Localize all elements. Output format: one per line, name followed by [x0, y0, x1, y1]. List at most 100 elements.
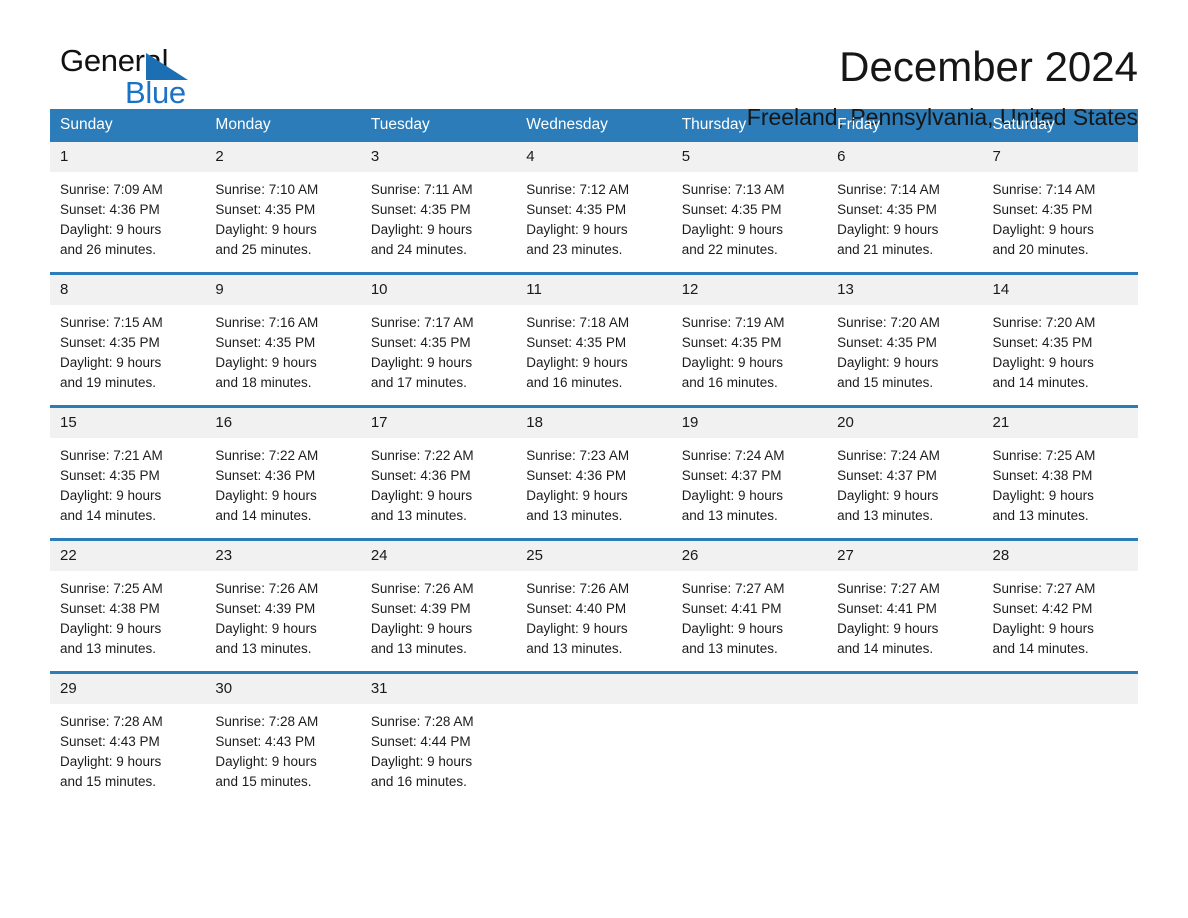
sunrise-text: Sunrise: 7:15 AM: [60, 315, 163, 330]
sunrise-text: Sunrise: 7:11 AM: [370, 182, 473, 197]
day-cell[interactable]: 22 Sunrise: 7:25 AM Sunset: 4:38 PM Dayl…: [50, 538, 206, 673]
day-cell[interactable]: 18 Sunrise: 7:23 AM Sunset: 4:36 PM Dayl…: [516, 405, 672, 540]
day-cell[interactable]: 11 Sunrise: 7:18 AM Sunset: 4:35 PM Dayl…: [516, 272, 672, 407]
daylight-text-line2: and 13 minutes.: [215, 641, 312, 656]
day-cell[interactable]: 3 Sunrise: 7:11 AM Sunset: 4:35 PM Dayli…: [360, 142, 517, 274]
day-number: 2: [205, 142, 361, 172]
day-cell[interactable]: 17 Sunrise: 7:22 AM Sunset: 4:36 PM Dayl…: [360, 405, 517, 540]
day-details: Sunrise: 7:28 AM Sunset: 4:43 PM Dayligh…: [205, 704, 360, 804]
day-cell[interactable]: 9 Sunrise: 7:16 AM Sunset: 4:35 PM Dayli…: [205, 272, 361, 407]
day-details: Sunrise: 7:22 AM Sunset: 4:36 PM Dayligh…: [205, 438, 360, 538]
day-cell[interactable]: 26 Sunrise: 7:27 AM Sunset: 4:41 PM Dayl…: [671, 538, 828, 673]
day-cell[interactable]: 25 Sunrise: 7:26 AM Sunset: 4:40 PM Dayl…: [516, 538, 672, 673]
sunrise-text: Sunrise: 7:25 AM: [60, 581, 163, 596]
sunset-text: Sunset: 4:37 PM: [681, 468, 782, 483]
day-cell[interactable]: 24 Sunrise: 7:26 AM Sunset: 4:39 PM Dayl…: [360, 538, 517, 673]
daylight-text-line2: and 13 minutes.: [837, 508, 934, 523]
day-cell[interactable]: 28 Sunrise: 7:27 AM Sunset: 4:42 PM Dayl…: [982, 538, 1138, 673]
day-cell[interactable]: 27 Sunrise: 7:27 AM Sunset: 4:41 PM Dayl…: [827, 538, 983, 673]
day-number: 28: [982, 541, 1138, 571]
sunset-text: Sunset: 4:36 PM: [370, 468, 471, 483]
day-cell[interactable]: 2 Sunrise: 7:10 AM Sunset: 4:35 PM Dayli…: [205, 142, 361, 274]
day-cell[interactable]: 16 Sunrise: 7:22 AM Sunset: 4:36 PM Dayl…: [205, 405, 361, 540]
day-cell[interactable]: 14 Sunrise: 7:20 AM Sunset: 4:35 PM Dayl…: [982, 272, 1138, 407]
day-details: Sunrise: 7:21 AM Sunset: 4:35 PM Dayligh…: [50, 438, 205, 538]
daylight-text-line1: Daylight: 9 hours: [370, 621, 473, 636]
daylight-text-line1: Daylight: 9 hours: [215, 222, 317, 237]
day-number: 17: [360, 408, 517, 438]
day-details: Sunrise: 7:20 AM Sunset: 4:35 PM Dayligh…: [827, 305, 982, 405]
day-details: Sunrise: 7:19 AM Sunset: 4:35 PM Dayligh…: [672, 305, 827, 405]
sunrise-text: Sunrise: 7:27 AM: [681, 581, 785, 596]
day-cell[interactable]: 5 Sunrise: 7:13 AM Sunset: 4:35 PM Dayli…: [671, 142, 828, 274]
sunset-text: Sunset: 4:42 PM: [992, 601, 1093, 616]
day-cell[interactable]: 15 Sunrise: 7:21 AM Sunset: 4:35 PM Dayl…: [50, 405, 206, 540]
daylight-text-line2: and 14 minutes.: [215, 508, 312, 523]
sunset-text: Sunset: 4:35 PM: [992, 335, 1093, 350]
sunset-text: Sunset: 4:35 PM: [215, 202, 316, 217]
daylight-text-line1: Daylight: 9 hours: [370, 222, 473, 237]
sunset-text: Sunset: 4:36 PM: [60, 202, 160, 217]
sunrise-text: Sunrise: 7:27 AM: [837, 581, 940, 596]
day-cell[interactable]: 6 Sunrise: 7:14 AM Sunset: 4:35 PM Dayli…: [827, 142, 983, 274]
day-cell[interactable]: 23 Sunrise: 7:26 AM Sunset: 4:39 PM Dayl…: [205, 538, 361, 673]
day-number: 3: [360, 142, 517, 172]
day-cell[interactable]: 21 Sunrise: 7:25 AM Sunset: 4:38 PM Dayl…: [982, 405, 1138, 540]
sunrise-text: Sunrise: 7:10 AM: [215, 182, 319, 197]
daylight-text-line1: Daylight: 9 hours: [837, 355, 939, 370]
day-details: Sunrise: 7:24 AM Sunset: 4:37 PM Dayligh…: [827, 438, 982, 538]
day-number: 18: [516, 408, 672, 438]
daylight-text-line1: Daylight: 9 hours: [992, 355, 1094, 370]
sunrise-text: Sunrise: 7:28 AM: [370, 714, 474, 729]
daylight-text-line2: and 13 minutes.: [526, 641, 623, 656]
sunrise-text: Sunrise: 7:26 AM: [215, 581, 319, 596]
sunset-text: Sunset: 4:35 PM: [837, 202, 937, 217]
daylight-text-line1: Daylight: 9 hours: [837, 488, 939, 503]
generalblue-logo[interactable]: General Blue: [50, 44, 280, 124]
week-row: 1 Sunrise: 7:09 AM Sunset: 4:36 PM Dayli…: [50, 142, 1138, 274]
day-cell[interactable]: 12 Sunrise: 7:19 AM Sunset: 4:35 PM Dayl…: [671, 272, 828, 407]
sunset-text: Sunset: 4:43 PM: [60, 734, 160, 749]
day-details: Sunrise: 7:13 AM Sunset: 4:35 PM Dayligh…: [672, 172, 827, 272]
day-number: 19: [671, 408, 828, 438]
sunset-text: Sunset: 4:41 PM: [681, 601, 782, 616]
daylight-text-line1: Daylight: 9 hours: [681, 621, 783, 636]
sunrise-text: Sunrise: 7:21 AM: [60, 448, 163, 463]
page-subtitle: Freeland, Pennsylvania, United States: [746, 104, 1138, 130]
sunrise-text: Sunrise: 7:14 AM: [837, 182, 940, 197]
day-cell[interactable]: 10 Sunrise: 7:17 AM Sunset: 4:35 PM Dayl…: [360, 272, 517, 407]
day-number: 22: [50, 541, 206, 571]
day-cell[interactable]: 30 Sunrise: 7:28 AM Sunset: 4:43 PM Dayl…: [205, 671, 361, 804]
sunset-text: Sunset: 4:35 PM: [526, 202, 627, 217]
day-details: Sunrise: 7:23 AM Sunset: 4:36 PM Dayligh…: [516, 438, 671, 538]
daylight-text-line2: and 22 minutes.: [681, 242, 778, 257]
day-cell[interactable]: 20 Sunrise: 7:24 AM Sunset: 4:37 PM Dayl…: [827, 405, 983, 540]
day-number: [827, 674, 983, 704]
day-cell[interactable]: 4 Sunrise: 7:12 AM Sunset: 4:35 PM Dayli…: [516, 142, 672, 274]
column-header-wednesday: Wednesday: [516, 109, 672, 142]
day-cell[interactable]: 13 Sunrise: 7:20 AM Sunset: 4:35 PM Dayl…: [827, 272, 983, 407]
day-number: 1: [50, 142, 206, 172]
sunrise-text: Sunrise: 7:26 AM: [526, 581, 630, 596]
sunrise-text: Sunrise: 7:19 AM: [681, 315, 785, 330]
day-cell[interactable]: 19 Sunrise: 7:24 AM Sunset: 4:37 PM Dayl…: [671, 405, 828, 540]
sunrise-text: Sunrise: 7:20 AM: [992, 315, 1096, 330]
sunset-text: Sunset: 4:35 PM: [837, 335, 937, 350]
daylight-text-line2: and 17 minutes.: [370, 375, 467, 390]
day-cell[interactable]: 7 Sunrise: 7:14 AM Sunset: 4:35 PM Dayli…: [982, 142, 1138, 274]
sunrise-text: Sunrise: 7:24 AM: [837, 448, 940, 463]
daylight-text-line2: and 21 minutes.: [837, 242, 934, 257]
daylight-text-line1: Daylight: 9 hours: [370, 754, 473, 769]
day-number: 6: [827, 142, 983, 172]
day-cell[interactable]: 1 Sunrise: 7:09 AM Sunset: 4:36 PM Dayli…: [50, 142, 206, 274]
day-cell[interactable]: 31 Sunrise: 7:28 AM Sunset: 4:44 PM Dayl…: [360, 671, 517, 804]
daylight-text-line2: and 14 minutes.: [837, 641, 934, 656]
sunset-text: Sunset: 4:35 PM: [992, 202, 1093, 217]
day-cell[interactable]: 29 Sunrise: 7:28 AM Sunset: 4:43 PM Dayl…: [50, 671, 206, 804]
daylight-text-line1: Daylight: 9 hours: [837, 222, 939, 237]
day-number: 15: [50, 408, 206, 438]
day-cell[interactable]: 8 Sunrise: 7:15 AM Sunset: 4:35 PM Dayli…: [50, 272, 206, 407]
day-number: 9: [205, 275, 361, 305]
day-number: [671, 674, 828, 704]
week-row: 29 Sunrise: 7:28 AM Sunset: 4:43 PM Dayl…: [50, 671, 1138, 804]
